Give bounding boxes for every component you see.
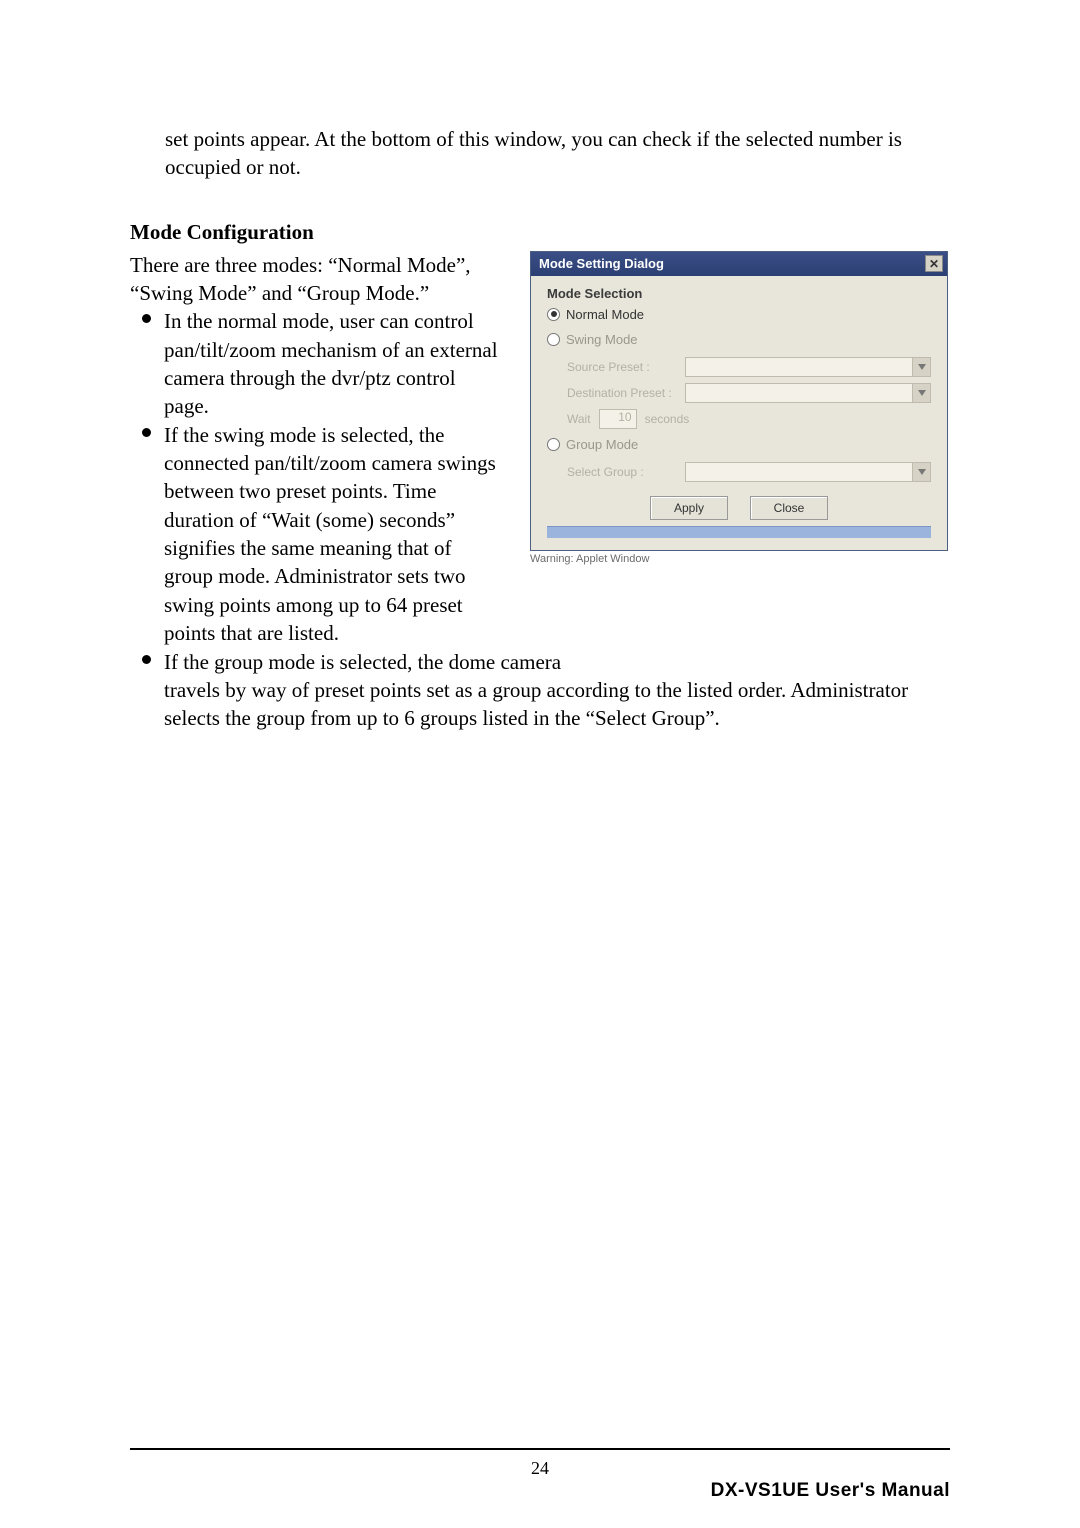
destination-preset-dropdown[interactable] xyxy=(685,383,931,403)
swing-source-row: Source Preset : xyxy=(567,357,931,377)
mode-setting-dialog: Mode Setting Dialog ✕ Mode Selection Nor… xyxy=(530,251,948,551)
bullet-dot-icon xyxy=(142,428,151,437)
chevron-down-icon xyxy=(912,358,930,376)
radio-icon xyxy=(547,438,560,451)
swing-destination-row: Destination Preset : xyxy=(567,383,931,403)
wait-label: Wait xyxy=(567,412,591,426)
bullet-dot-icon xyxy=(142,655,151,664)
destination-preset-label: Destination Preset : xyxy=(567,386,677,400)
applet-warning-text: Warning: Applet Window xyxy=(530,553,948,565)
swing-mode-label: Swing Mode xyxy=(566,332,638,347)
radio-icon xyxy=(547,333,560,346)
apply-button[interactable]: Apply xyxy=(650,496,728,520)
dialog-footer-bar xyxy=(547,526,931,538)
bullet-dot-icon xyxy=(142,314,151,323)
swing-mode-radio-row[interactable]: Swing Mode xyxy=(547,332,931,347)
wait-input[interactable]: 10 xyxy=(599,409,637,429)
page-number: 24 xyxy=(130,1458,950,1479)
source-preset-dropdown[interactable] xyxy=(685,357,931,377)
left-text-column: There are three modes: “Normal Mode”, “S… xyxy=(130,251,505,648)
bullet-list-wide: If the group mode is selected, the dome … xyxy=(130,648,830,676)
chevron-down-icon xyxy=(912,384,930,402)
select-group-label: Select Group : xyxy=(567,465,677,479)
bullet-item-group-mode: If the group mode is selected, the dome … xyxy=(130,648,830,676)
close-button[interactable]: Close xyxy=(750,496,828,520)
bullet-item-swing-mode: If the swing mode is selected, the conne… xyxy=(130,421,505,648)
close-icon: ✕ xyxy=(929,258,939,270)
bullet-text: In the normal mode, user can control pan… xyxy=(164,309,498,418)
modes-intro-text: There are three modes: “Normal Mode”, “S… xyxy=(130,251,505,308)
page-footer: 24 DX-VS1UE User's Manual xyxy=(130,1448,950,1458)
dialog-close-button[interactable]: ✕ xyxy=(925,255,943,272)
bullet-text: If the swing mode is selected, the conne… xyxy=(164,423,496,645)
dialog-titlebar: Mode Setting Dialog ✕ xyxy=(531,252,947,276)
group-select-row: Select Group : xyxy=(567,462,931,482)
dialog-figure: Mode Setting Dialog ✕ Mode Selection Nor… xyxy=(530,251,948,565)
group-mode-radio-row[interactable]: Group Mode xyxy=(547,437,931,452)
wait-suffix: seconds xyxy=(645,412,690,426)
mode-selection-heading: Mode Selection xyxy=(547,286,931,301)
bullet-text-continuation: travels by way of preset points set as a… xyxy=(130,676,950,733)
normal-mode-label: Normal Mode xyxy=(566,307,644,322)
dialog-button-row: Apply Close xyxy=(547,496,931,520)
select-group-dropdown[interactable] xyxy=(685,462,931,482)
bullet-text-line1: If the group mode is selected, the dome … xyxy=(164,650,561,674)
bullet-3-block: If the group mode is selected, the dome … xyxy=(130,648,950,733)
normal-mode-radio-row[interactable]: Normal Mode xyxy=(547,307,931,322)
dialog-body: Mode Selection Normal Mode Swing Mode So… xyxy=(531,276,947,550)
section-heading: Mode Configuration xyxy=(130,220,950,245)
bullet-list: In the normal mode, user can control pan… xyxy=(130,307,505,647)
intro-paragraph: set points appear. At the bottom of this… xyxy=(165,125,950,182)
dialog-title: Mode Setting Dialog xyxy=(539,256,664,271)
two-column-layout: There are three modes: “Normal Mode”, “S… xyxy=(130,251,950,648)
swing-mode-section: Swing Mode Source Preset : Destinatio xyxy=(547,332,931,429)
manual-title: DX-VS1UE User's Manual xyxy=(711,1480,950,1502)
group-mode-section: Group Mode Select Group : xyxy=(547,437,931,482)
document-page: set points appear. At the bottom of this… xyxy=(0,0,1080,1528)
chevron-down-icon xyxy=(912,463,930,481)
source-preset-label: Source Preset : xyxy=(567,360,677,374)
bullet-item-normal-mode: In the normal mode, user can control pan… xyxy=(130,307,505,420)
swing-wait-row: Wait 10 seconds xyxy=(567,409,931,429)
radio-icon xyxy=(547,308,560,321)
group-mode-label: Group Mode xyxy=(566,437,638,452)
